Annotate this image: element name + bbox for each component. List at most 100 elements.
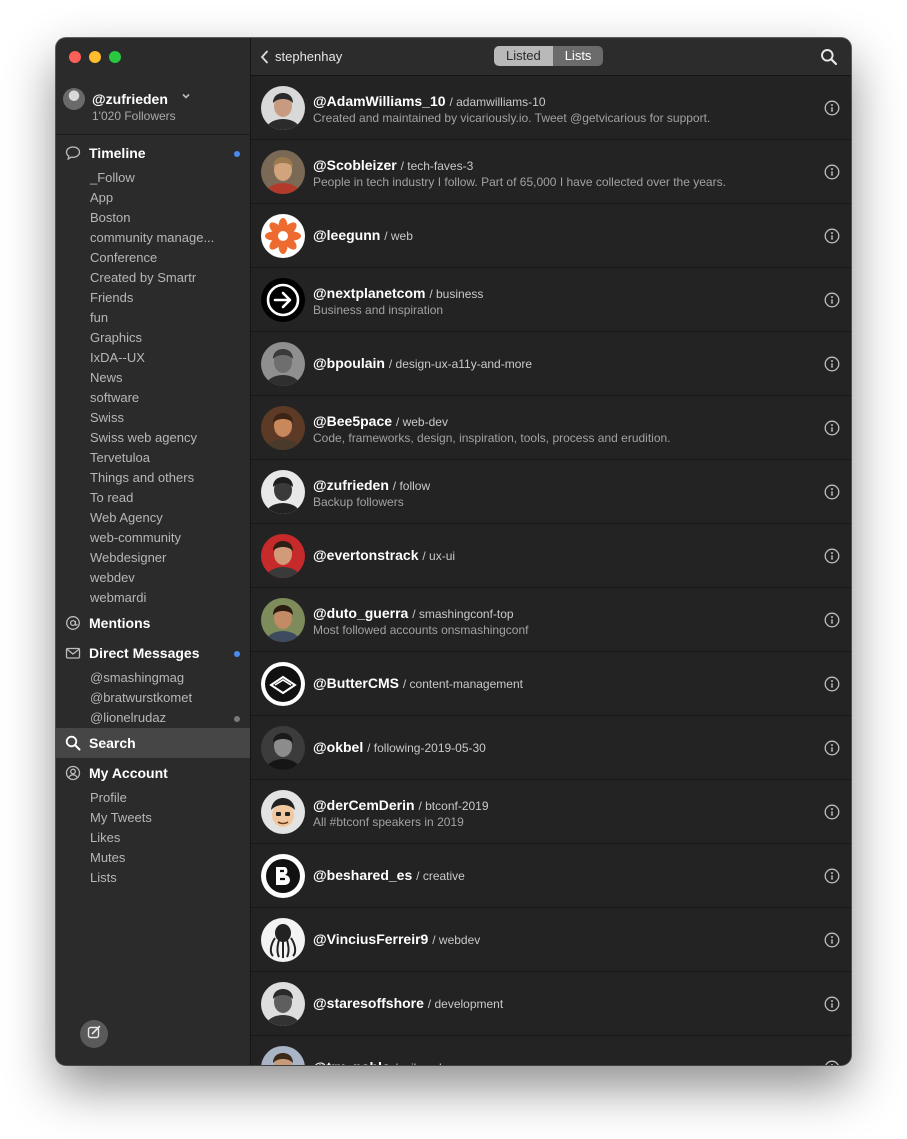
sidebar-subitem[interactable]: Mutes — [56, 848, 250, 868]
info-icon[interactable] — [824, 548, 840, 564]
avatar[interactable] — [261, 86, 305, 130]
avatar[interactable] — [261, 534, 305, 578]
sidebar-subitem[interactable]: web-community — [56, 528, 250, 548]
sidebar-subitem[interactable]: App — [56, 188, 250, 208]
list-row[interactable]: @zufrieden / follow Backup followers — [251, 460, 851, 524]
sidebar-subitem[interactable]: Boston — [56, 208, 250, 228]
tab-lists[interactable]: Lists — [552, 46, 604, 66]
avatar — [63, 88, 85, 110]
close-window-button[interactable] — [69, 51, 81, 63]
avatar[interactable] — [261, 982, 305, 1026]
info-icon[interactable] — [824, 868, 840, 884]
sidebar-subitem[interactable]: Swiss web agency — [56, 428, 250, 448]
sidebar-item-my-account[interactable]: My Account — [56, 758, 250, 788]
app-window: @zufrieden 1'020 Followers Timeline _Fol… — [56, 38, 851, 1065]
info-icon[interactable] — [824, 804, 840, 820]
list-row[interactable]: @duto_guerra / smashingconf-top Most fol… — [251, 588, 851, 652]
avatar[interactable] — [261, 662, 305, 706]
sidebar-subitem[interactable]: webmardi — [56, 588, 250, 608]
sidebar-subitem[interactable]: Likes — [56, 828, 250, 848]
minimize-window-button[interactable] — [89, 51, 101, 63]
avatar[interactable] — [261, 150, 305, 194]
avatar[interactable] — [261, 470, 305, 514]
sidebar-item-direct-messages[interactable]: Direct Messages — [56, 638, 250, 668]
avatar[interactable] — [261, 214, 305, 258]
list-row[interactable]: @staresoffshore / development — [251, 972, 851, 1036]
sidebar-subitem[interactable]: Friends — [56, 288, 250, 308]
list-owner-handle: @AdamWilliams_10 — [313, 93, 446, 109]
sidebar-subitem[interactable]: Created by Smartr — [56, 268, 250, 288]
zoom-window-button[interactable] — [109, 51, 121, 63]
info-icon[interactable] — [824, 932, 840, 948]
list-row[interactable]: @ButterCMS / content-management — [251, 652, 851, 716]
list-row[interactable]: @okbel / following-2019-05-30 — [251, 716, 851, 780]
list-row[interactable]: @Bee5pace / web-dev Code, frameworks, de… — [251, 396, 851, 460]
sidebar-subitem[interactable]: News — [56, 368, 250, 388]
avatar[interactable] — [261, 342, 305, 386]
sidebar-subitem[interactable]: @lionelrudaz — [56, 708, 250, 728]
sidebar-item-mentions[interactable]: Mentions — [56, 608, 250, 638]
sidebar-item-timeline[interactable]: Timeline — [56, 138, 250, 168]
list-row[interactable]: @nextplanetcom / business Business and i… — [251, 268, 851, 332]
sidebar-subitem[interactable]: Swiss — [56, 408, 250, 428]
list-owner-handle: @Scobleizer — [313, 157, 397, 173]
info-icon[interactable] — [824, 1060, 840, 1065]
info-icon[interactable] — [824, 100, 840, 116]
sidebar-subitem[interactable]: @smashingmag — [56, 668, 250, 688]
sidebar-subitem[interactable]: community manage... — [56, 228, 250, 248]
avatar[interactable] — [261, 854, 305, 898]
info-icon[interactable] — [824, 612, 840, 628]
sidebar-subitem[interactable]: Graphics — [56, 328, 250, 348]
tab-listed[interactable]: Listed — [494, 46, 553, 66]
account-switcher[interactable]: @zufrieden 1'020 Followers — [63, 87, 243, 127]
sidebar-subitem[interactable]: Conference — [56, 248, 250, 268]
list-description: Business and inspiration — [313, 303, 444, 317]
sidebar-subitem[interactable]: @bratwurstkomet — [56, 688, 250, 708]
info-icon[interactable] — [824, 356, 840, 372]
sidebar-subitem[interactable]: Profile — [56, 788, 250, 808]
info-icon[interactable] — [824, 420, 840, 436]
avatar[interactable] — [261, 790, 305, 834]
search-icon[interactable] — [820, 48, 838, 66]
sidebar-subitem[interactable]: software — [56, 388, 250, 408]
back-chevron-icon[interactable] — [259, 49, 271, 65]
sidebar-item-search[interactable]: Search — [56, 728, 250, 758]
back-link[interactable]: stephenhay — [275, 49, 342, 64]
sidebar-subitem[interactable]: _Follow — [56, 168, 250, 188]
sidebar-item-label: Mentions — [89, 615, 151, 631]
avatar[interactable] — [261, 598, 305, 642]
sidebar-subitem[interactable]: To read — [56, 488, 250, 508]
list-row[interactable]: @VinciusFerreir9 / webdev — [251, 908, 851, 972]
sidebar-subitem[interactable]: Web Agency — [56, 508, 250, 528]
list-row[interactable]: @derCemDerin / btconf-2019 All #btconf s… — [251, 780, 851, 844]
sidebar-subitem[interactable]: Webdesigner — [56, 548, 250, 568]
list-row[interactable]: @bpoulain / design-ux-a11y-and-more — [251, 332, 851, 396]
info-icon[interactable] — [824, 676, 840, 692]
info-icon[interactable] — [824, 740, 840, 756]
compose-button[interactable] — [80, 1020, 108, 1048]
sidebar-subitem[interactable]: webdev — [56, 568, 250, 588]
avatar[interactable] — [261, 1046, 305, 1065]
info-icon[interactable] — [824, 164, 840, 180]
sidebar-subitem[interactable]: Tervetuloa — [56, 448, 250, 468]
list-row[interactable]: @AdamWilliams_10 / adamwilliams-10 Creat… — [251, 76, 851, 140]
list-row[interactable]: @Scobleizer / tech-faves-3 People in tec… — [251, 140, 851, 204]
avatar[interactable] — [261, 918, 305, 962]
info-icon[interactable] — [824, 996, 840, 1012]
main-panel: stephenhay Listed Lists @AdamWilliams_10… — [251, 38, 851, 1065]
info-icon[interactable] — [824, 228, 840, 244]
list-row[interactable]: @beshared_es / creative — [251, 844, 851, 908]
sidebar-subitem[interactable]: Lists — [56, 868, 250, 888]
sidebar-subitem[interactable]: fun — [56, 308, 250, 328]
list-row[interactable]: @leegunn / web — [251, 204, 851, 268]
avatar[interactable] — [261, 278, 305, 322]
sidebar-subitem[interactable]: Things and others — [56, 468, 250, 488]
list-row[interactable]: @tru_pablo / mikesub — [251, 1036, 851, 1065]
avatar[interactable] — [261, 406, 305, 450]
info-icon[interactable] — [824, 484, 840, 500]
info-icon[interactable] — [824, 292, 840, 308]
avatar[interactable] — [261, 726, 305, 770]
sidebar-subitem[interactable]: IxDA--UX — [56, 348, 250, 368]
sidebar-subitem[interactable]: My Tweets — [56, 808, 250, 828]
list-row[interactable]: @evertonstrack / ux-ui — [251, 524, 851, 588]
